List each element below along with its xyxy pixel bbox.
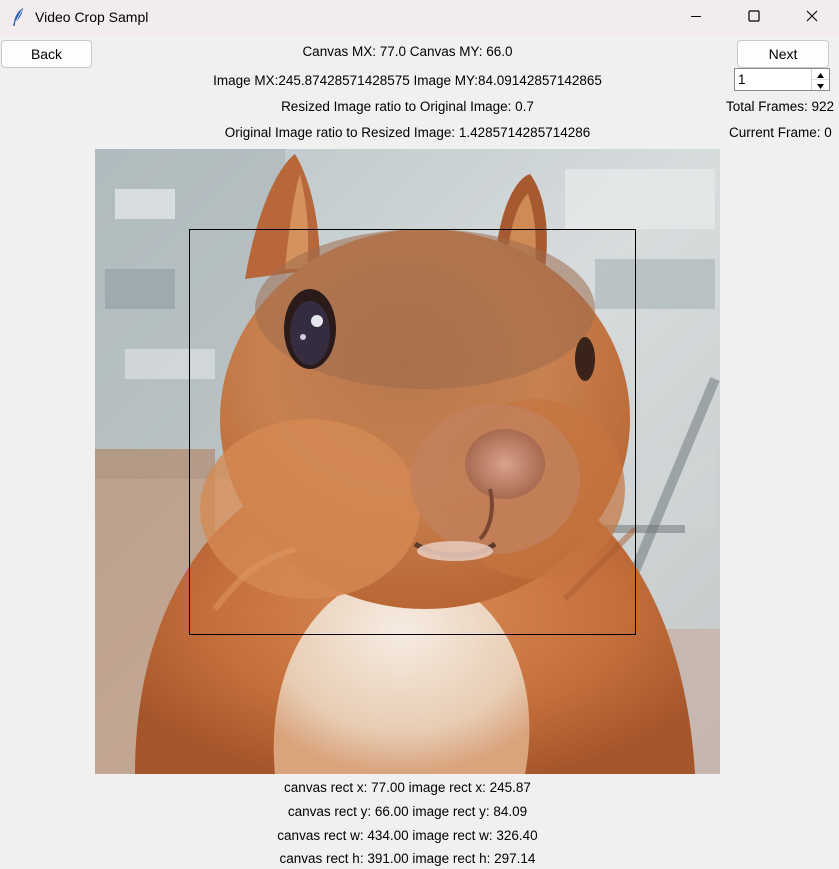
rect-w-label: canvas rect w: 434.00 image rect w: 326.… [277, 828, 538, 843]
rect-h-label: canvas rect h: 391.00 image rect h: 297.… [279, 851, 536, 866]
minimize-button[interactable] [667, 0, 725, 36]
next-button[interactable]: Next [737, 40, 829, 68]
maximize-button[interactable] [725, 0, 783, 36]
rect-y-label: canvas rect y: 66.00 image rect y: 84.09 [287, 804, 528, 819]
rect-x-label: canvas rect x: 77.00 image rect x: 245.8… [284, 780, 531, 795]
frame-step-input[interactable] [735, 69, 811, 90]
total-frames-label: Total Frames: 922 [726, 99, 835, 114]
crop-rectangle[interactable] [189, 229, 636, 635]
window-title: Video Crop Sampl [35, 9, 149, 25]
current-frame-label: Current Frame: 0 [729, 125, 832, 140]
video-frame-canvas[interactable] [95, 149, 720, 774]
image-mouse-label: Image MX:245.87428571428575 Image MY:84.… [213, 73, 602, 88]
close-icon [806, 10, 818, 26]
close-button[interactable] [783, 0, 839, 36]
spin-arrows [811, 69, 829, 90]
arrow-down-icon [817, 78, 824, 93]
resized-ratio-label: Resized Image ratio to Original Image: 0… [281, 99, 534, 114]
maximize-icon [748, 10, 760, 26]
title-bar: Video Crop Sampl [0, 0, 839, 36]
feather-icon [11, 7, 25, 27]
canvas-mouse-label: Canvas MX: 77.0 Canvas MY: 66.0 [302, 44, 513, 59]
back-button[interactable]: Back [1, 40, 92, 68]
original-ratio-label: Original Image ratio to Resized Image: 1… [224, 125, 591, 140]
spin-down-button[interactable] [812, 80, 829, 90]
minimize-icon [690, 10, 702, 26]
frame-step-spinbox[interactable] [734, 68, 830, 91]
